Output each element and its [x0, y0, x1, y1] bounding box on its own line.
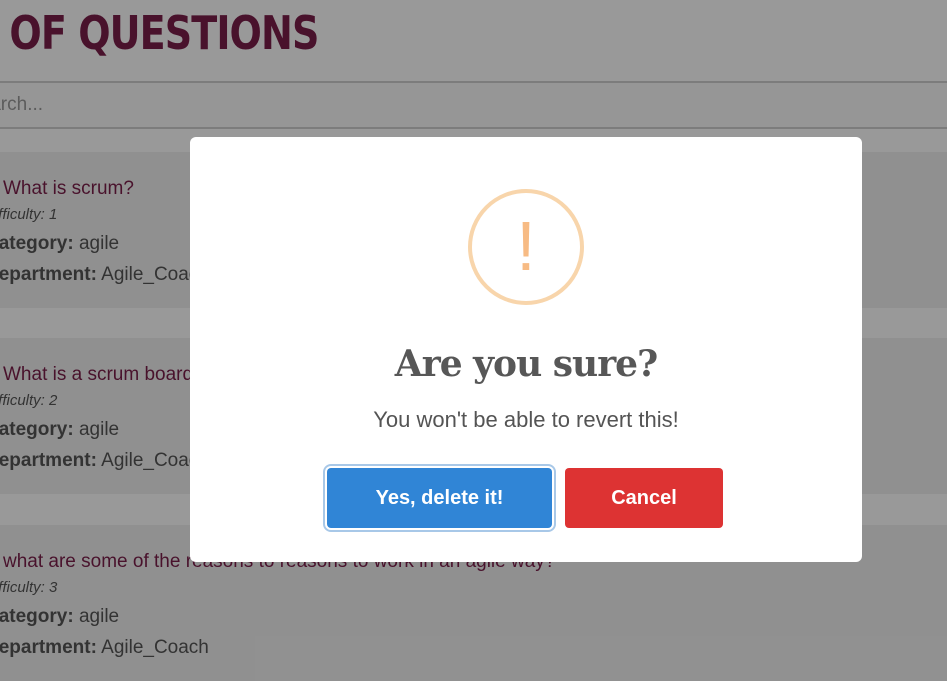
warning-glyph: !: [516, 207, 536, 285]
confirm-delete-button[interactable]: Yes, delete it!: [327, 468, 552, 528]
dialog-message: You won't be able to revert this!: [373, 407, 679, 432]
warning-icon: !: [468, 189, 584, 305]
dialog-title: Are you sure?: [394, 343, 658, 385]
confirm-dialog: ! Are you sure? You won't be able to rev…: [190, 137, 862, 562]
cancel-button[interactable]: Cancel: [565, 468, 723, 528]
